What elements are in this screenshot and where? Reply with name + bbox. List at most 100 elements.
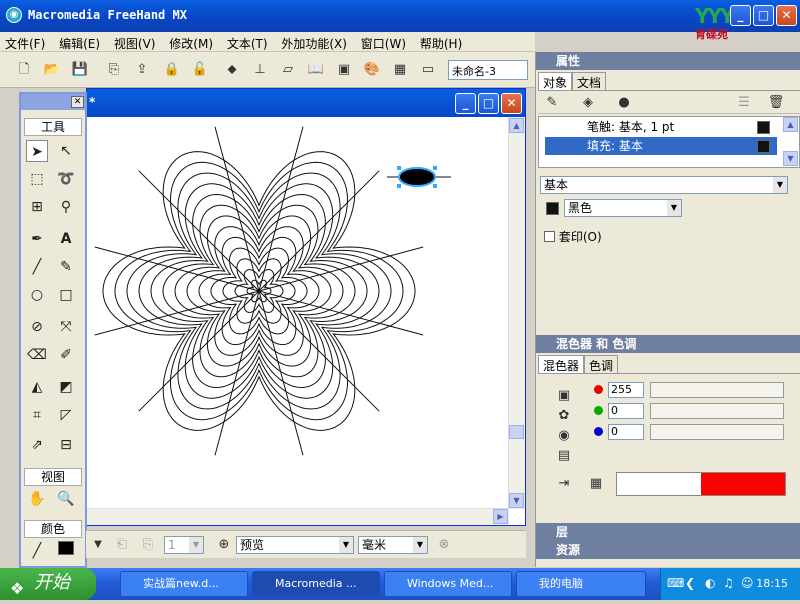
stroke-row[interactable]: 笔触: 基本, 1 pt bbox=[545, 118, 777, 136]
hls-mode-icon[interactable]: ◉ bbox=[554, 426, 574, 446]
pencil-tool-icon[interactable]: ✎ bbox=[55, 256, 77, 278]
scroll-up-arrow[interactable]: ▲ bbox=[509, 118, 524, 133]
add-fill-icon[interactable]: ◈ bbox=[578, 93, 598, 113]
close-button[interactable]: ✕ bbox=[776, 5, 797, 26]
text-book-icon[interactable]: 📖 bbox=[306, 60, 326, 80]
tab-tints[interactable]: 色调 bbox=[584, 355, 619, 375]
trace-tool-icon[interactable]: ⊞ bbox=[26, 196, 48, 218]
pointer-tool-icon[interactable]: ➤ bbox=[26, 140, 48, 162]
tab-mixer[interactable]: 混色器 bbox=[538, 355, 585, 375]
connector-tool-icon[interactable]: ⇗ bbox=[26, 434, 48, 456]
rectangle-tool-icon[interactable]: □ bbox=[55, 284, 77, 306]
red-value-field[interactable]: 255 bbox=[608, 382, 644, 398]
pen-tool-icon[interactable]: ✒ bbox=[26, 228, 48, 250]
new-file-icon[interactable]: 🗋 bbox=[14, 60, 34, 80]
page-down-icon[interactable]: ▼ bbox=[88, 535, 108, 555]
layers-icon[interactable]: ▣ bbox=[334, 60, 354, 80]
line-tool-icon[interactable]: ╱ bbox=[26, 256, 48, 278]
extrude-tool-icon[interactable]: ◭ bbox=[26, 376, 48, 398]
vertical-scrollbar[interactable]: ▲ ▼ bbox=[508, 117, 525, 509]
transform-icon[interactable]: ▱ bbox=[278, 60, 298, 80]
remove-item-icon[interactable]: ☰ bbox=[734, 93, 754, 113]
color-preview[interactable] bbox=[616, 472, 786, 496]
network-icon[interactable]: ◐ bbox=[705, 576, 715, 590]
scale-tool-icon[interactable]: ⤧ bbox=[55, 316, 77, 338]
cancel-icon[interactable]: ⊗ bbox=[434, 535, 454, 555]
first-page-icon[interactable]: ⎗ bbox=[112, 535, 132, 555]
scroll-down-arrow[interactable]: ▼ bbox=[509, 493, 524, 508]
scroll-thumb[interactable] bbox=[509, 425, 524, 439]
layers-panel-header[interactable]: 层 bbox=[536, 523, 800, 541]
unlock-icon[interactable]: 🔓 bbox=[190, 60, 210, 80]
mirror-tool-icon[interactable]: ⊘ bbox=[26, 316, 48, 338]
horizontal-scrollbar[interactable]: ▶ bbox=[87, 508, 509, 525]
eraser-tool-icon[interactable]: ⌫ bbox=[26, 344, 48, 366]
properties-panel-header[interactable]: 属性 bbox=[536, 52, 800, 70]
eyedropper-tool-icon[interactable]: ⚲ bbox=[55, 196, 77, 218]
fill-tool-icon[interactable]: ◩ bbox=[55, 376, 77, 398]
perspective-tool-icon[interactable]: ◸ bbox=[55, 404, 77, 426]
doc-close-button[interactable]: ✕ bbox=[501, 93, 522, 114]
green-slider[interactable] bbox=[650, 403, 784, 419]
add-to-swatches-icon[interactable]: ⇥ bbox=[554, 474, 574, 494]
tray-arrow-icon[interactable]: ❮ bbox=[685, 576, 695, 590]
selected-ellipse[interactable] bbox=[387, 166, 451, 188]
fill-color-icon[interactable] bbox=[55, 540, 77, 562]
export-icon[interactable]: ⇪ bbox=[132, 60, 152, 80]
maximize-button[interactable]: □ bbox=[753, 5, 774, 26]
task-media-player[interactable]: Windows Med... bbox=[384, 571, 512, 597]
save-icon[interactable]: 💾 bbox=[70, 60, 90, 80]
zoom-tool-icon[interactable]: 🔍 bbox=[55, 488, 77, 510]
app-title-bar[interactable]: ◉ Macromedia FreeHand MX YYY 育碟苑 _ □ ✕ bbox=[0, 0, 800, 41]
color-swatch[interactable] bbox=[546, 202, 559, 215]
units-select[interactable]: 毫米 ▼ bbox=[358, 536, 428, 554]
prev-page-icon[interactable]: ⎘ bbox=[138, 535, 158, 555]
ellipse-tool-icon[interactable]: ○ bbox=[26, 284, 48, 306]
doc-minimize-button[interactable]: _ bbox=[455, 93, 476, 114]
mixer-panel-header[interactable]: 混色器 和 色调 bbox=[536, 335, 800, 353]
green-value-field[interactable]: 0 bbox=[608, 403, 644, 419]
overprint-checkbox[interactable]: 套印(O) bbox=[544, 228, 602, 245]
document-name-field[interactable]: 未命名-3 bbox=[448, 60, 528, 80]
knife-tool-icon[interactable]: ✐ bbox=[55, 344, 77, 366]
library-panel-header[interactable]: 资源 bbox=[536, 541, 800, 559]
add-to-grid-icon[interactable]: ▦ bbox=[586, 474, 606, 494]
group-icon[interactable]: ⬥ bbox=[222, 60, 242, 80]
subselect-tool-icon[interactable]: ↖ bbox=[55, 140, 77, 162]
volume-icon[interactable]: ♫ bbox=[723, 576, 734, 590]
lock-icon[interactable]: 🔒 bbox=[162, 60, 182, 80]
blend-tool-icon[interactable]: ⌗ bbox=[26, 404, 48, 426]
scroll-right-arrow[interactable]: ▶ bbox=[493, 509, 508, 524]
blue-slider[interactable] bbox=[650, 424, 784, 440]
document-title-bar[interactable]: * _ □ ✕ bbox=[87, 89, 525, 117]
fill-type-select[interactable]: 基本 ▼ bbox=[540, 176, 788, 194]
fill-row[interactable]: 填充: 基本 bbox=[545, 137, 777, 155]
drawing-canvas[interactable] bbox=[87, 117, 509, 509]
task-freehand[interactable]: Macromedia ... bbox=[252, 571, 380, 597]
text-tool-icon[interactable]: A bbox=[55, 228, 77, 250]
add-stroke-icon[interactable]: ✎ bbox=[542, 93, 562, 113]
task-my-computer[interactable]: 我的电脑 bbox=[516, 571, 646, 597]
view-mode-select[interactable]: 预览 ▼ bbox=[236, 536, 354, 554]
align-icon[interactable]: ⊥ bbox=[250, 60, 270, 80]
lasso-tool-icon[interactable]: ➰ bbox=[55, 168, 77, 190]
color-name-select[interactable]: 黑色 ▼ bbox=[564, 199, 682, 217]
rgb-mode-icon[interactable]: ✿ bbox=[554, 406, 574, 426]
color-palette-icon[interactable]: 🎨 bbox=[362, 60, 382, 80]
chart-tool-icon[interactable]: ⊟ bbox=[55, 434, 77, 456]
window-icon[interactable]: ▭ bbox=[418, 60, 438, 80]
tools-panel-close-icon[interactable]: ✕ bbox=[71, 96, 84, 108]
add-effect-icon[interactable]: ● bbox=[614, 93, 634, 113]
delete-icon[interactable]: 🗑 bbox=[766, 93, 786, 113]
tab-document[interactable]: 文档 bbox=[572, 72, 607, 92]
table-grid-icon[interactable]: ▦ bbox=[390, 60, 410, 80]
messenger-icon[interactable]: ☺ bbox=[741, 576, 754, 590]
hand-tool-icon[interactable]: ✋ bbox=[26, 488, 48, 510]
keyboard-icon[interactable]: ⌨ bbox=[667, 576, 684, 590]
page-tool-icon[interactable]: ⬚ bbox=[26, 168, 48, 190]
import-icon[interactable]: ⎘ bbox=[104, 60, 124, 80]
page-number-field[interactable]: 1 ▼ bbox=[164, 536, 204, 554]
start-button[interactable]: ❖ 开始 bbox=[0, 568, 96, 600]
blue-value-field[interactable]: 0 bbox=[608, 424, 644, 440]
list-scroll-up[interactable]: ▲ bbox=[783, 117, 798, 132]
